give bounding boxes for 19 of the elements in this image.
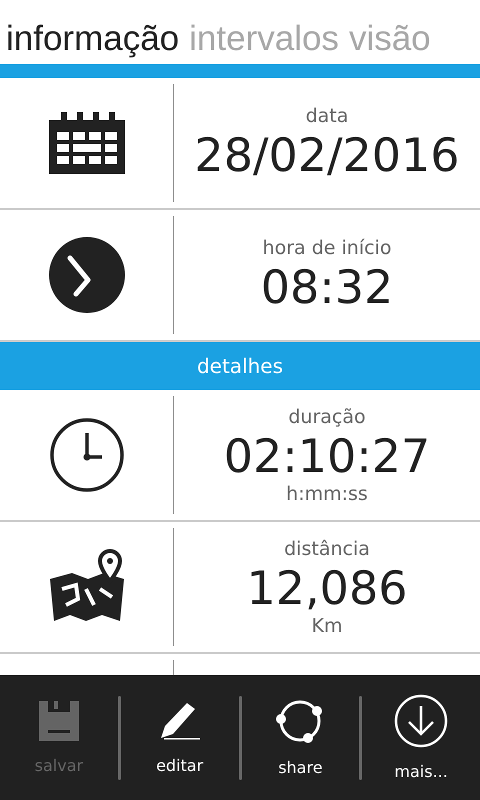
download-circle-icon (394, 694, 448, 748)
field-label: hora de início (262, 236, 392, 260)
app-bar-button[interactable]: share (242, 675, 360, 800)
save-icon (38, 700, 80, 742)
pivot-tab[interactable]: informação (6, 14, 180, 64)
unit-label: h:mm:ss (286, 483, 368, 505)
field-label: duração (288, 405, 366, 429)
field-value: 12,086 (246, 561, 408, 615)
unit-label: Km (312, 615, 342, 637)
section-header: detalhes (0, 342, 480, 390)
field-value: 08:32 (260, 260, 394, 314)
app-bar-button[interactable]: mais... (362, 675, 480, 800)
field-value: 02:10:27 (224, 429, 430, 483)
field-label: data (306, 104, 348, 128)
pencil-icon (158, 700, 201, 742)
field-label: distância (284, 537, 370, 561)
app-bar-button[interactable]: editar (120, 675, 238, 800)
calendar-icon (46, 110, 126, 176)
field-value: 28/02/2016 (194, 128, 460, 182)
